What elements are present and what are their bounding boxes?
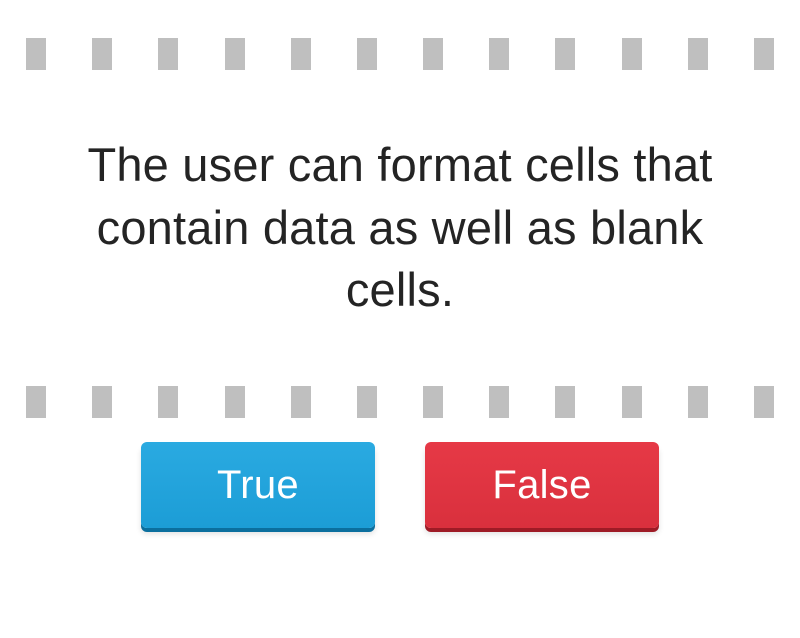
question-text: The user can format cells that contain d… <box>60 134 740 322</box>
border-square <box>688 38 708 70</box>
border-square <box>291 386 311 418</box>
border-square <box>555 38 575 70</box>
decorative-top-border <box>0 38 800 70</box>
border-square <box>92 386 112 418</box>
border-square <box>555 386 575 418</box>
true-button[interactable]: True <box>141 442 375 528</box>
border-square <box>26 38 46 70</box>
border-square <box>688 386 708 418</box>
border-square <box>225 386 245 418</box>
border-square <box>357 38 377 70</box>
border-square <box>225 38 245 70</box>
border-square <box>26 386 46 418</box>
border-square <box>489 38 509 70</box>
border-square <box>92 38 112 70</box>
border-square <box>423 38 443 70</box>
border-square <box>357 386 377 418</box>
border-square <box>423 386 443 418</box>
border-square <box>754 38 774 70</box>
decorative-bottom-border <box>0 386 800 418</box>
false-button[interactable]: False <box>425 442 659 528</box>
question-card: The user can format cells that contain d… <box>0 70 800 386</box>
border-square <box>754 386 774 418</box>
border-square <box>158 38 178 70</box>
border-square <box>291 38 311 70</box>
border-square <box>622 386 642 418</box>
border-square <box>622 38 642 70</box>
answer-buttons: True False <box>0 442 800 528</box>
border-square <box>489 386 509 418</box>
border-square <box>158 386 178 418</box>
